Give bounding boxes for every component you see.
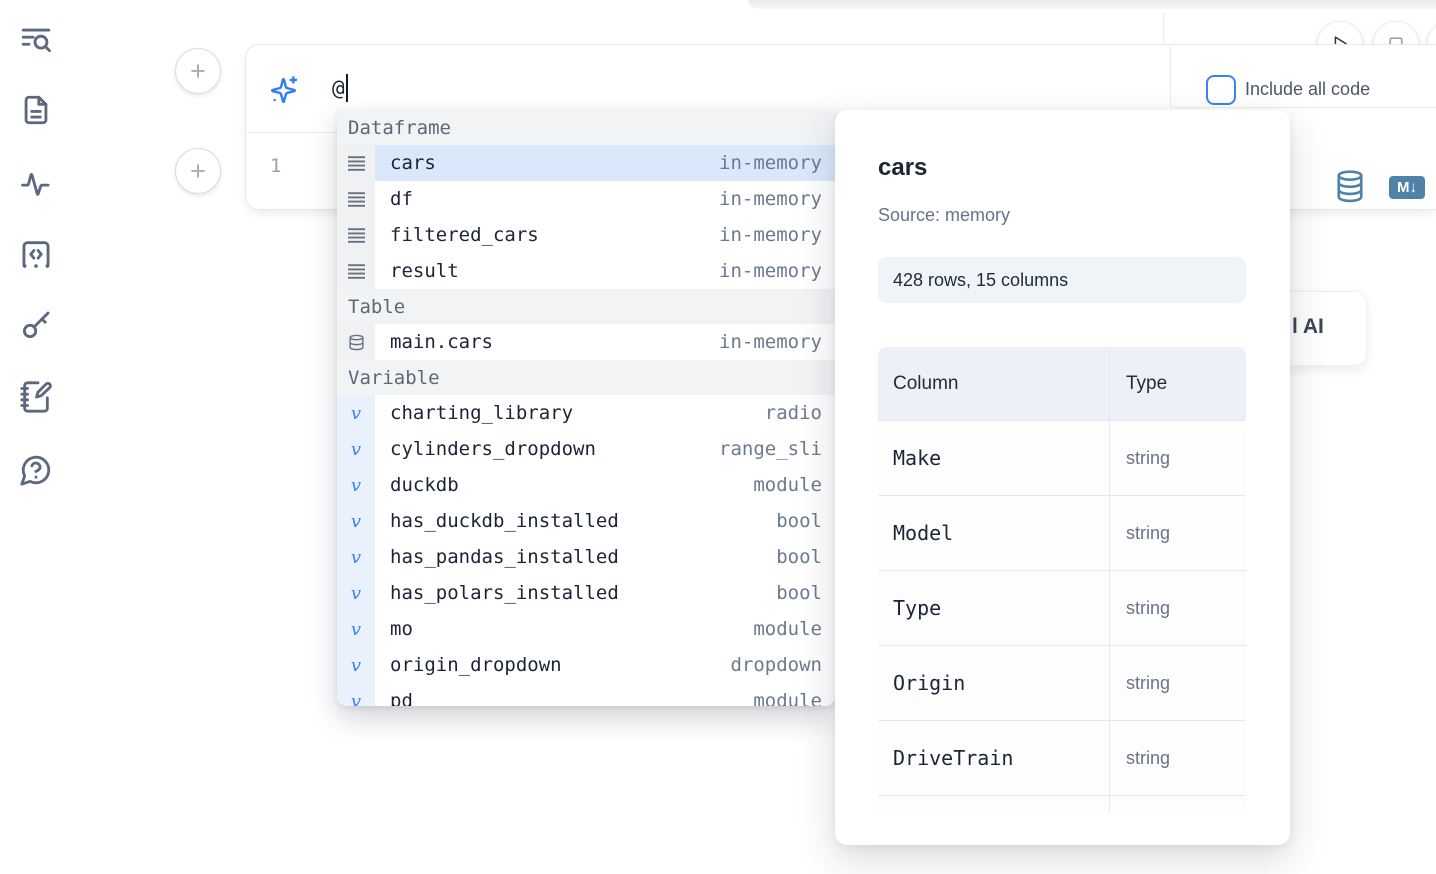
section-header-variable: Variable	[337, 360, 835, 395]
table-row: Type string	[878, 570, 1246, 645]
variable-icon: v	[337, 467, 375, 503]
table-header-row: Column Type	[878, 347, 1246, 420]
include-all-code-checkbox[interactable]	[1206, 75, 1236, 105]
dataframe-icon	[337, 181, 375, 217]
notebook-pen-icon[interactable]	[19, 380, 53, 414]
autocomplete-item-pd[interactable]: v pd module	[337, 683, 835, 706]
notebook-screen: + + @ Include all code 1 M↓ l AI Datafra…	[0, 0, 1436, 874]
preview-title: cars	[878, 154, 927, 182]
add-cell-button-top[interactable]: +	[175, 48, 221, 94]
previous-cell-divider	[1163, 12, 1164, 44]
table-row: DriveTrain string	[878, 720, 1246, 795]
dataframe-preview-panel: cars Source: memory 428 rows, 15 columns…	[835, 110, 1290, 845]
preview-source: Source: memory	[878, 205, 1010, 226]
autocomplete-item-filtered-cars[interactable]: filtered_cars in-memory	[337, 217, 835, 253]
search-list-icon[interactable]	[19, 23, 53, 57]
variable-icon: v	[337, 431, 375, 467]
sparkles-ai-icon	[268, 74, 300, 106]
section-header-dataframe: Dataframe	[337, 110, 835, 145]
variable-icon: v	[337, 539, 375, 575]
variable-icon: v	[337, 395, 375, 431]
autocomplete-dropdown: Dataframe cars in-memory df in-memory	[337, 110, 835, 706]
autocomplete-item-cylinders-dropdown[interactable]: v cylinders_dropdown range_sli	[337, 431, 835, 467]
text-cursor	[346, 74, 348, 102]
autocomplete-item-origin-dropdown[interactable]: v origin_dropdown dropdown	[337, 647, 835, 683]
header-type: Type	[1110, 347, 1246, 420]
code-snippet-icon[interactable]	[19, 237, 53, 271]
ai-prompt-input[interactable]: @	[332, 73, 348, 103]
dataframe-icon	[337, 253, 375, 289]
key-icon[interactable]	[19, 308, 53, 342]
preview-shape-badge: 428 rows, 15 columns	[878, 257, 1246, 303]
table-row: Make string	[878, 420, 1246, 495]
variable-icon: v	[337, 503, 375, 539]
autocomplete-item-duckdb[interactable]: v duckdb module	[337, 467, 835, 503]
autocomplete-item-has-duckdb-installed[interactable]: v has_duckdb_installed bool	[337, 503, 835, 539]
variable-icon: v	[337, 683, 375, 706]
autocomplete-item-has-polars-installed[interactable]: v has_polars_installed bool	[337, 575, 835, 611]
dataframe-icon	[337, 217, 375, 253]
ai-prompt-value: @	[332, 76, 345, 100]
header-column: Column	[878, 347, 1110, 420]
include-all-code-label: Include all code	[1245, 79, 1370, 100]
table-row: Origin string	[878, 645, 1246, 720]
section-header-table: Table	[337, 289, 835, 324]
ai-action-label: l AI	[1292, 315, 1324, 339]
activity-icon[interactable]	[19, 166, 53, 200]
database-toolbar-icon[interactable]	[1335, 170, 1365, 203]
table-row	[878, 795, 1246, 813]
plus-icon: +	[190, 58, 206, 85]
autocomplete-item-result[interactable]: result in-memory	[337, 253, 835, 289]
plus-icon: +	[190, 158, 206, 185]
editor-line-number: 1	[270, 155, 281, 177]
autocomplete-item-charting-library[interactable]: v charting_library radio	[337, 395, 835, 431]
variable-icon: v	[337, 575, 375, 611]
autocomplete-item-cars[interactable]: cars in-memory	[337, 145, 835, 181]
autocomplete-item-has-pandas-installed[interactable]: v has_pandas_installed bool	[337, 539, 835, 575]
table-database-icon	[337, 324, 375, 360]
preview-schema-table: Column Type Make string Model string Typ…	[878, 347, 1246, 813]
autocomplete-item-df[interactable]: df in-memory	[337, 181, 835, 217]
add-cell-button-bottom[interactable]: +	[175, 148, 221, 194]
table-row: Model string	[878, 495, 1246, 570]
file-text-icon[interactable]	[19, 93, 53, 127]
dataframe-icon	[337, 145, 375, 181]
markdown-badge-icon[interactable]: M↓	[1389, 176, 1425, 199]
previous-cell-bottom-edge	[748, 0, 1436, 9]
autocomplete-item-main-cars[interactable]: main.cars in-memory	[337, 324, 835, 360]
variable-icon: v	[337, 647, 375, 683]
autocomplete-item-mo[interactable]: v mo module	[337, 611, 835, 647]
help-chat-icon[interactable]	[19, 453, 53, 487]
variable-icon: v	[337, 611, 375, 647]
